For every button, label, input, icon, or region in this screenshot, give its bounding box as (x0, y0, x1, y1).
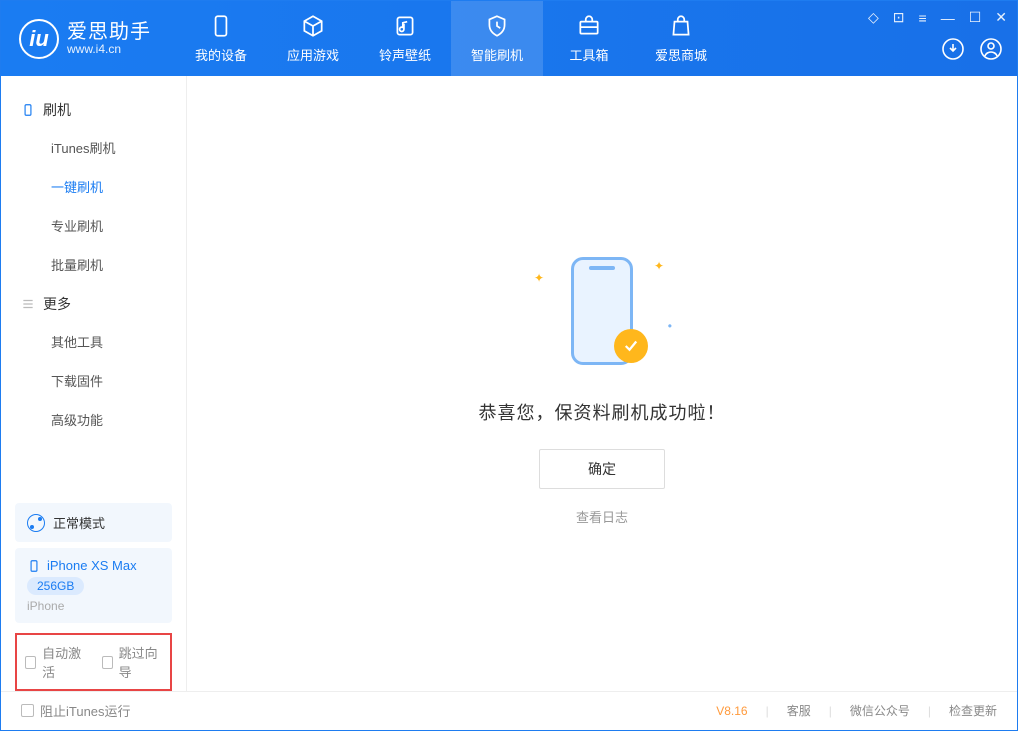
sidebar-group-flash: 刷机 (1, 90, 186, 128)
bag-icon (668, 13, 694, 39)
main-tabs: 我的设备 应用游戏 铃声壁纸 智能刷机 工具箱 爱思商城 (175, 1, 727, 76)
tab-toolbox[interactable]: 工具箱 (543, 1, 635, 76)
sidebar-item-itunes[interactable]: iTunes刷机 (1, 128, 186, 167)
app-subtitle: www.i4.cn (67, 43, 151, 56)
mode-label: 正常模式 (53, 513, 105, 532)
download-icon[interactable] (941, 37, 965, 66)
device-box[interactable]: iPhone XS Max 256GB iPhone (15, 548, 172, 623)
music-icon (392, 13, 418, 39)
view-log-link[interactable]: 查看日志 (576, 507, 628, 526)
checkbox-label: 阻止iTunes运行 (40, 701, 131, 720)
version-label: V8.16 (716, 704, 747, 718)
tab-apps[interactable]: 应用游戏 (267, 1, 359, 76)
checkbox-label: 跳过向导 (119, 643, 162, 681)
sidebar-item-oneclick[interactable]: 一键刷机 (1, 167, 186, 206)
checkbox-label: 自动激活 (42, 643, 85, 681)
group-label: 刷机 (43, 100, 71, 120)
sidebar-group-more: 更多 (1, 284, 186, 322)
header-right (941, 37, 1003, 66)
footer: 阻止iTunes运行 V8.16 | 客服 | 微信公众号 | 检查更新 (1, 691, 1017, 729)
sidebar-item-pro[interactable]: 专业刷机 (1, 206, 186, 245)
divider: | (829, 704, 832, 718)
device-storage: 256GB (27, 577, 84, 595)
checkbox-icon (21, 704, 34, 717)
sidebar: 刷机 iTunes刷机 一键刷机 专业刷机 批量刷机 更多 其他工具 下载固件 … (1, 76, 187, 691)
header: iu 爱思助手 www.i4.cn 我的设备 应用游戏 铃声壁纸 智能刷机 工具… (1, 1, 1017, 76)
tab-label: 我的设备 (195, 45, 247, 64)
app-logo: iu 爱思助手 www.i4.cn (1, 19, 169, 59)
checkbox-icon (25, 656, 36, 669)
divider: | (766, 704, 769, 718)
tab-label: 铃声壁纸 (379, 45, 431, 64)
tab-ringtone[interactable]: 铃声壁纸 (359, 1, 451, 76)
close-button[interactable]: ✕ (995, 9, 1007, 26)
cube-icon (300, 13, 326, 39)
sparkle-icon: ✦ (654, 259, 664, 273)
tab-label: 应用游戏 (287, 45, 339, 64)
minimize-button[interactable]: — (941, 10, 955, 26)
toolbox-icon (576, 13, 602, 39)
skin-icon[interactable]: ◇ (868, 9, 879, 26)
device-name: iPhone XS Max (47, 558, 137, 573)
device-icon (208, 13, 234, 39)
footer-wechat[interactable]: 微信公众号 (850, 702, 910, 719)
options-highlight: 自动激活 跳过向导 (15, 633, 172, 691)
tab-store[interactable]: 爱思商城 (635, 1, 727, 76)
tab-label: 工具箱 (569, 45, 608, 64)
footer-service[interactable]: 客服 (787, 702, 811, 719)
device-type: iPhone (27, 599, 160, 613)
window-controls: ◇ ⊡ ≡ — ☐ ✕ (868, 9, 1007, 26)
ok-button[interactable]: 确定 (539, 449, 665, 489)
list-icon (21, 297, 35, 311)
tab-label: 爱思商城 (655, 45, 707, 64)
shield-icon (484, 13, 510, 39)
sidebar-item-advanced[interactable]: 高级功能 (1, 400, 186, 439)
sidebar-item-tools[interactable]: 其他工具 (1, 322, 186, 361)
logo-icon: iu (19, 19, 59, 59)
checkbox-skip-guide[interactable]: 跳过向导 (102, 643, 163, 681)
group-label: 更多 (43, 294, 71, 314)
maximize-button[interactable]: ☐ (969, 9, 982, 26)
phone-icon (21, 103, 35, 117)
divider: | (928, 704, 931, 718)
checkbox-block-itunes[interactable]: 阻止iTunes运行 (21, 701, 131, 720)
tab-label: 智能刷机 (471, 45, 523, 64)
mode-box[interactable]: 正常模式 (15, 503, 172, 542)
phone-small-icon (27, 559, 41, 573)
checkbox-icon (102, 656, 113, 669)
tab-device[interactable]: 我的设备 (175, 1, 267, 76)
success-illustration: ✦ ✦ • (512, 241, 692, 381)
checkbox-auto-activate[interactable]: 自动激活 (25, 643, 86, 681)
sparkle-icon: • (668, 319, 672, 333)
feedback-icon[interactable]: ⊡ (893, 9, 905, 26)
sparkle-icon: ✦ (534, 271, 544, 285)
app-title: 爱思助手 (67, 21, 151, 43)
tab-flash[interactable]: 智能刷机 (451, 1, 543, 76)
menu-icon[interactable]: ≡ (919, 10, 927, 26)
user-icon[interactable] (979, 37, 1003, 66)
check-badge-icon (614, 329, 648, 363)
success-message: 恭喜您，保资料刷机成功啦！ (479, 399, 726, 425)
sidebar-item-batch[interactable]: 批量刷机 (1, 245, 186, 284)
main-content: ✦ ✦ • 恭喜您，保资料刷机成功啦！ 确定 查看日志 (187, 76, 1017, 691)
mode-icon (27, 514, 45, 532)
footer-update[interactable]: 检查更新 (949, 702, 997, 719)
sidebar-item-firmware[interactable]: 下载固件 (1, 361, 186, 400)
